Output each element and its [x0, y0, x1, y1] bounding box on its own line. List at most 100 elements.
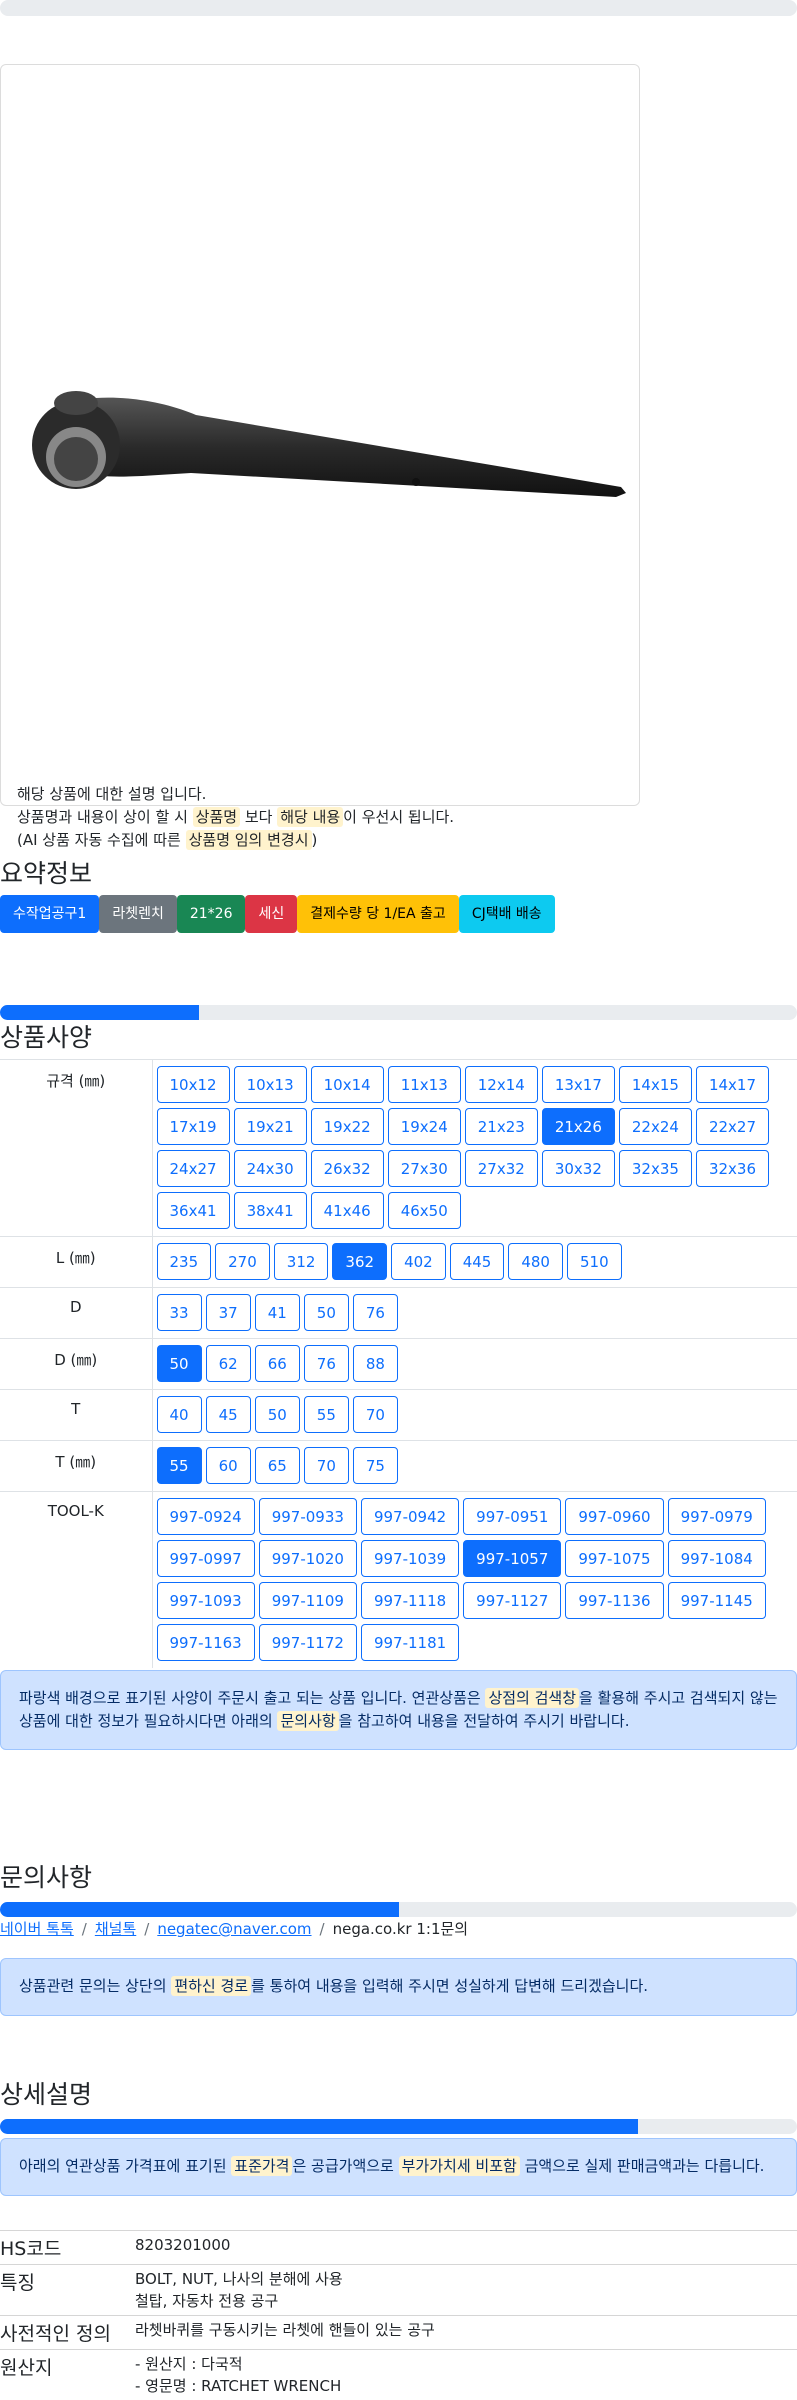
- specs-progress-bar: [0, 1005, 797, 1020]
- spec-option[interactable]: 997-0942: [361, 1498, 459, 1535]
- spec-option[interactable]: 997-1181: [361, 1624, 459, 1661]
- spec-option[interactable]: 14x17: [696, 1066, 769, 1103]
- spec-option[interactable]: 12x14: [465, 1066, 538, 1103]
- highlight-route: 편하신 경로: [171, 1976, 251, 1996]
- spec-option[interactable]: 75: [353, 1447, 398, 1484]
- spec-option[interactable]: 480: [508, 1243, 563, 1280]
- spec-option[interactable]: 13x17: [542, 1066, 615, 1103]
- spec-option-selected[interactable]: 50: [157, 1345, 202, 1382]
- highlight-content: 해당 내용: [277, 807, 343, 827]
- spec-option[interactable]: 60: [206, 1447, 251, 1484]
- spec-option[interactable]: 19x22: [311, 1108, 384, 1145]
- spec-label: T: [0, 1390, 152, 1441]
- spec-row: T4045505570: [0, 1390, 797, 1441]
- spec-option-selected[interactable]: 55: [157, 1447, 202, 1484]
- site-inquiry-text: nega.co.kr 1:1문의: [333, 1920, 469, 1938]
- spec-option-selected[interactable]: 997-1057: [463, 1540, 561, 1577]
- spec-option[interactable]: 997-1145: [668, 1582, 766, 1619]
- spec-option[interactable]: 19x21: [234, 1108, 307, 1145]
- notice-text: 상품관련 문의는 상단의: [19, 1977, 171, 1995]
- separator: /: [82, 1920, 87, 1938]
- spec-option[interactable]: 997-0924: [157, 1498, 255, 1535]
- spec-option[interactable]: 10x13: [234, 1066, 307, 1103]
- spec-option[interactable]: 32x36: [696, 1150, 769, 1187]
- channel-talk-link[interactable]: 채널톡: [95, 1920, 136, 1938]
- spec-option-selected[interactable]: 362: [332, 1243, 387, 1280]
- spec-option[interactable]: 22x27: [696, 1108, 769, 1145]
- spec-option[interactable]: 312: [274, 1243, 329, 1280]
- spec-options: 10x1210x1310x1411x1312x1413x1714x1514x17…: [153, 1064, 797, 1232]
- desc-line-3: (AI 상품 자동 수집에 따른 상품명 임의 변경시): [17, 829, 454, 852]
- spec-option[interactable]: 50: [255, 1396, 300, 1433]
- spec-option[interactable]: 997-1136: [565, 1582, 663, 1619]
- spec-option[interactable]: 41x46: [311, 1192, 384, 1229]
- spec-option[interactable]: 10x12: [157, 1066, 230, 1103]
- summary-badge: 결제수량 당 1/EA 출고: [297, 895, 459, 933]
- spec-option[interactable]: 24x30: [234, 1150, 307, 1187]
- spec-option[interactable]: 997-1127: [463, 1582, 561, 1619]
- spec-option[interactable]: 76: [304, 1345, 349, 1382]
- spec-option[interactable]: 402: [391, 1243, 446, 1280]
- spec-option[interactable]: 88: [353, 1345, 398, 1382]
- spec-option[interactable]: 38x41: [234, 1192, 307, 1229]
- spec-option[interactable]: 21x23: [465, 1108, 538, 1145]
- spec-label: L (㎜): [0, 1237, 152, 1288]
- spec-option[interactable]: 36x41: [157, 1192, 230, 1229]
- spec-option[interactable]: 14x15: [619, 1066, 692, 1103]
- spec-option[interactable]: 997-0960: [565, 1498, 663, 1535]
- spec-option[interactable]: 997-1172: [259, 1624, 357, 1661]
- spec-option[interactable]: 55: [304, 1396, 349, 1433]
- spec-option[interactable]: 26x32: [311, 1150, 384, 1187]
- spec-option[interactable]: 27x30: [388, 1150, 461, 1187]
- spec-option[interactable]: 32x35: [619, 1150, 692, 1187]
- spec-option[interactable]: 10x14: [311, 1066, 384, 1103]
- spec-option[interactable]: 33: [157, 1294, 202, 1331]
- naver-talk-link[interactable]: 네이버 톡톡: [0, 1920, 74, 1938]
- spec-label: D (㎜): [0, 1339, 152, 1390]
- info-row: 특징BOLT, NUT, 나사의 분해에 사용철탑, 자동차 전용 공구: [0, 2265, 797, 2316]
- spec-option[interactable]: 40: [157, 1396, 202, 1433]
- spec-option[interactable]: 997-0933: [259, 1498, 357, 1535]
- spec-options: 4045505570: [153, 1394, 797, 1436]
- spec-option[interactable]: 65: [255, 1447, 300, 1484]
- spec-option[interactable]: 27x32: [465, 1150, 538, 1187]
- spec-option[interactable]: 30x32: [542, 1150, 615, 1187]
- spec-option[interactable]: 997-1109: [259, 1582, 357, 1619]
- spec-option[interactable]: 997-1075: [565, 1540, 663, 1577]
- spec-option[interactable]: 997-0997: [157, 1540, 255, 1577]
- spec-option[interactable]: 50: [304, 1294, 349, 1331]
- spec-option[interactable]: 997-1163: [157, 1624, 255, 1661]
- spec-option[interactable]: 11x13: [388, 1066, 461, 1103]
- product-info-table: HS코드8203201000특징BOLT, NUT, 나사의 분해에 사용철탑,…: [0, 2230, 797, 2400]
- specs-title: 상품사양: [0, 1018, 92, 1054]
- spec-option[interactable]: 37: [206, 1294, 251, 1331]
- spec-option[interactable]: 235: [157, 1243, 212, 1280]
- spec-option[interactable]: 70: [353, 1396, 398, 1433]
- spec-option[interactable]: 510: [567, 1243, 622, 1280]
- spec-option[interactable]: 46x50: [388, 1192, 461, 1229]
- spec-option[interactable]: 22x24: [619, 1108, 692, 1145]
- spec-option[interactable]: 41: [255, 1294, 300, 1331]
- spec-option[interactable]: 24x27: [157, 1150, 230, 1187]
- spec-option[interactable]: 19x24: [388, 1108, 461, 1145]
- email-link[interactable]: negatec@naver.com: [157, 1920, 311, 1938]
- spec-option-selected[interactable]: 21x26: [542, 1108, 615, 1145]
- spec-option[interactable]: 997-0951: [463, 1498, 561, 1535]
- spec-option[interactable]: 445: [450, 1243, 505, 1280]
- spec-option[interactable]: 66: [255, 1345, 300, 1382]
- spec-option[interactable]: 997-1020: [259, 1540, 357, 1577]
- spec-option[interactable]: 997-1039: [361, 1540, 459, 1577]
- spec-option[interactable]: 997-1093: [157, 1582, 255, 1619]
- spec-option[interactable]: 62: [206, 1345, 251, 1382]
- spec-option[interactable]: 270: [215, 1243, 270, 1280]
- spec-options-cell: 10x1210x1310x1411x1312x1413x1714x1514x17…: [152, 1060, 797, 1237]
- spec-option[interactable]: 70: [304, 1447, 349, 1484]
- spec-option[interactable]: 76: [353, 1294, 398, 1331]
- spec-option[interactable]: 45: [206, 1396, 251, 1433]
- summary-badge: 세신: [245, 895, 297, 933]
- spec-option[interactable]: 17x19: [157, 1108, 230, 1145]
- spec-option[interactable]: 997-0979: [668, 1498, 766, 1535]
- info-value-line: BOLT, NUT, 나사의 분해에 사용: [135, 2268, 797, 2290]
- spec-option[interactable]: 997-1118: [361, 1582, 459, 1619]
- spec-option[interactable]: 997-1084: [668, 1540, 766, 1577]
